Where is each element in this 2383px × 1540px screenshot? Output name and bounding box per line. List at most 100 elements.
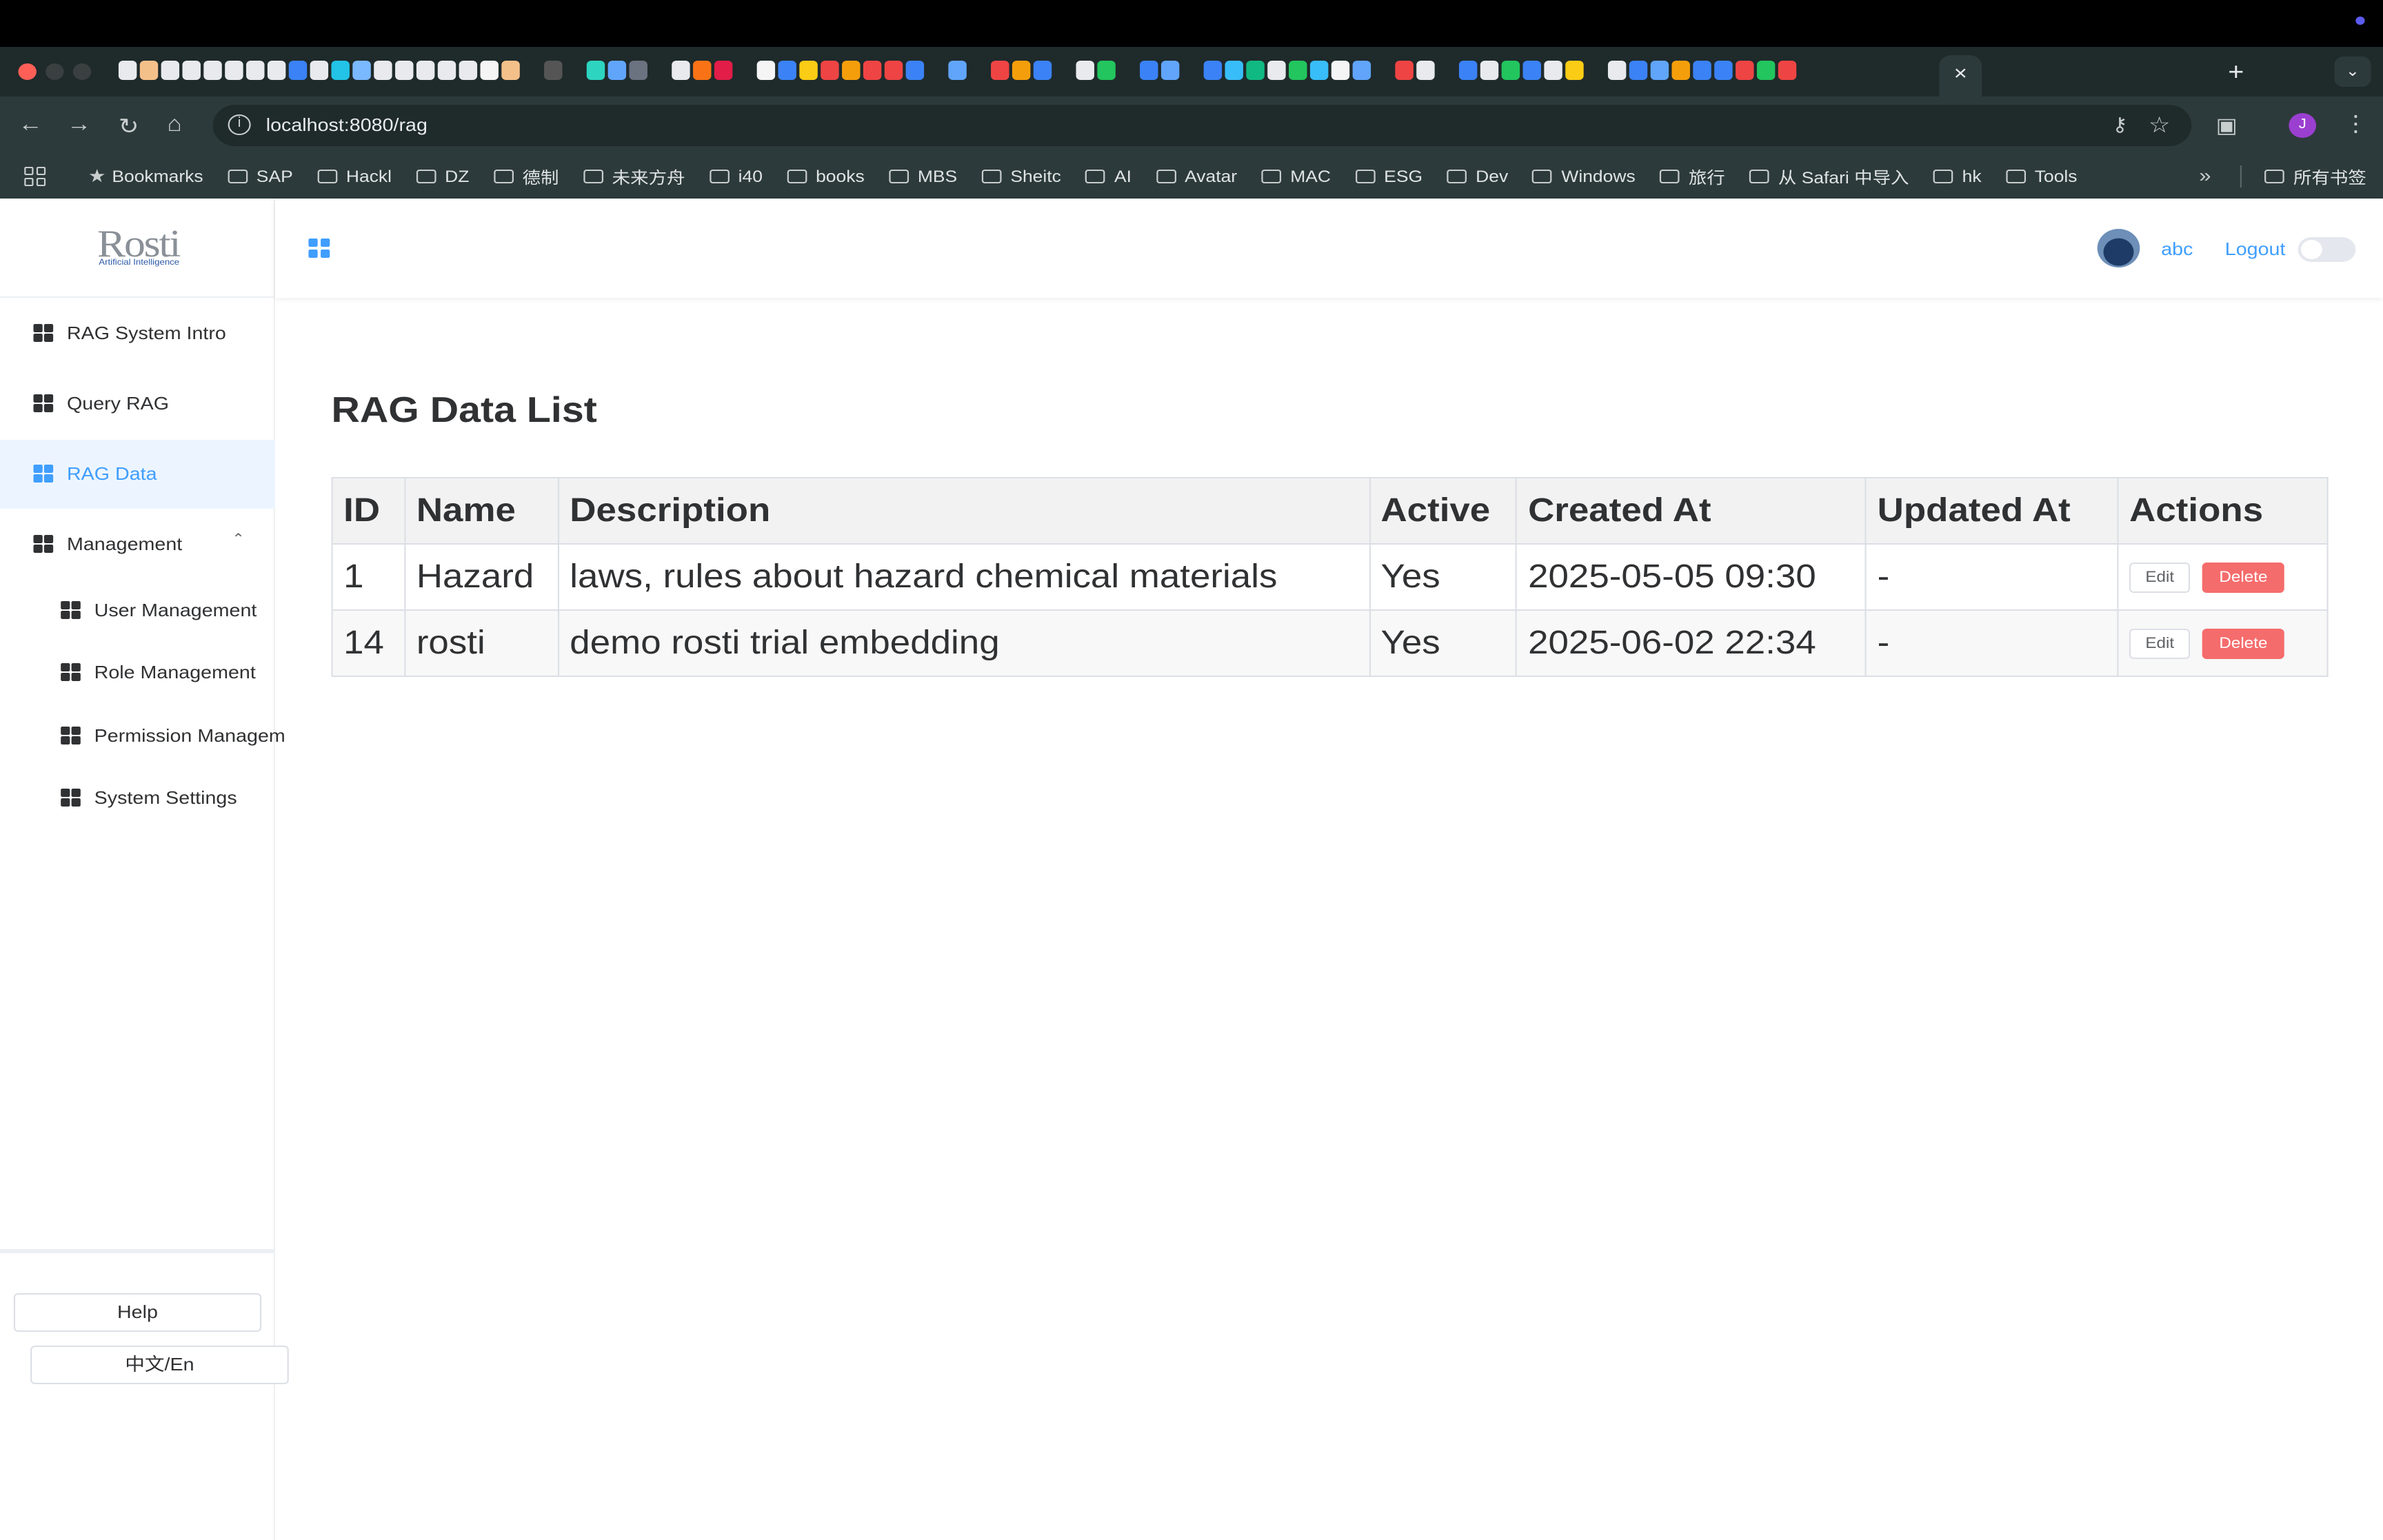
browser-toolbar: ← → ↻ ⌂ i localhost:8080/rag ⚷ ☆ ▣ J ⋮ [0,97,2383,154]
bookmark-item[interactable]: i40 [709,167,763,186]
menu-collapse-icon[interactable] [308,239,330,258]
cell-created-at: 2025-05-05 09:30 [1516,543,1867,611]
sidebar-item-label: Role Management [94,662,256,682]
column-header-description: Description [557,477,1371,545]
rag-data-table: ID Name Description Active Created At Up… [331,477,2329,677]
address-bar[interactable]: i localhost:8080/rag ⚷ ☆ [212,105,2192,146]
rosti-logo: Rosti Artificial Intelligence [0,199,275,298]
edit-button[interactable]: Edit [2129,563,2191,594]
user-name-link[interactable]: abc [2161,239,2193,259]
cell-active: Yes [1368,543,1518,611]
cell-updated-at: - [1865,543,2119,611]
bookmark-item[interactable]: Windows [1532,167,1636,186]
bookmark-label: Windows [1561,167,1636,186]
column-header-id: ID [331,477,406,545]
bookmark-item[interactable]: MBS [888,167,957,186]
bookmark-item[interactable]: 从 Safari 中导入 [1749,165,1909,188]
folder-icon [1933,170,1953,183]
sidebar-item-management[interactable]: Management ⌃ [0,510,275,579]
folder-icon [2264,170,2284,183]
grid-icon [61,601,81,619]
bookmark-item[interactable]: DZ [416,167,469,186]
bookmark-item[interactable]: Hackl [317,167,392,186]
cell-id: 14 [331,609,406,677]
bookmark-star-icon[interactable]: ☆ [2149,112,2171,139]
sidebar-item-label: User Management [94,600,257,620]
sidebar-item-rag-data[interactable]: RAG Data [0,440,275,509]
bookmark-item[interactable]: Dev [1447,167,1508,186]
cell-created-at: 2025-06-02 22:34 [1516,609,1867,677]
reload-icon[interactable]: ↻ [119,113,139,141]
delete-button[interactable]: Delete [2202,629,2284,660]
bookmark-item[interactable]: 未来方舟 [583,165,685,188]
delete-button[interactable]: Delete [2202,563,2284,594]
bookmark-item[interactable]: 德制 [493,165,559,188]
edit-button[interactable]: Edit [2129,629,2191,660]
bookmark-item[interactable]: hk [1933,167,1982,186]
profile-avatar[interactable]: J [2289,113,2317,138]
sidebar-item-label: RAG Data [66,463,157,484]
home-icon[interactable]: ⌂ [167,113,181,138]
grid-icon [33,465,54,483]
bookmark-item[interactable]: ESG [1355,167,1422,186]
sidebar-subitem-system-settings[interactable]: System Settings [0,764,275,833]
back-arrow-icon[interactable]: ← [18,113,42,138]
app-header: abc Logout [274,199,2383,298]
site-info-icon[interactable]: i [228,114,251,135]
active-tab-close-button[interactable]: × [1939,55,1982,97]
column-header-actions: Actions [2117,477,2329,545]
status-dot-icon [2355,17,2365,25]
bookmark-item[interactable]: MAC [1261,167,1331,186]
bookmark-label: Avatar [1185,167,1238,186]
table-row: 1 Hazard laws, rules about hazard chemic… [331,543,2329,611]
cell-name: Hazard [404,543,559,611]
cell-actions: Edit Delete [2117,543,2329,611]
sidebar-subitem-permission-management[interactable]: Permission Managem [0,702,285,771]
bookmark-item[interactable]: Avatar [1156,167,1237,186]
bookmark-item[interactable]: SAP [227,167,293,186]
forward-arrow-icon[interactable]: → [67,113,91,138]
bookmark-list: ★ Bookmarks SAP Hackl DZ 德制 未来方舟 i40 books MBS She… [88,154,2102,199]
extensions-puzzle-icon[interactable]: ▣ [2216,113,2238,138]
bookmark-item[interactable]: 旅行 [1659,165,1725,188]
bookmarks-bar: ★ Bookmarks SAP Hackl DZ 德制 未来方舟 i40 books MBS She… [0,154,2383,199]
tab-search-menu-icon[interactable]: ⌄ [2334,57,2371,87]
bookmark-item[interactable]: Sheitc [981,167,1061,186]
bookmark-label: 从 Safari 中导入 [1778,168,1909,187]
all-bookmarks-label: 所有书签 [2293,168,2366,187]
browser-menu-icon[interactable]: ⋮ [2344,110,2368,138]
bookmark-label: SAP [256,167,293,186]
bookmark-label: Dev [1476,167,1509,186]
sidebar-subitem-role-management[interactable]: Role Management [0,638,275,707]
bookmark-item[interactable]: Tools [2005,167,2078,186]
bookmark-label: 未来方舟 [612,168,685,187]
theme-toggle[interactable] [2297,237,2356,262]
help-button[interactable]: Help [13,1293,262,1332]
bookmarks-divider [2240,165,2242,188]
system-menu-bar [0,0,2383,47]
sidebar-item-query-rag[interactable]: Query RAG [0,369,275,438]
pinned-tab-icons[interactable] [118,61,1797,83]
bookmark-item[interactable]: ★ Bookmarks [88,165,203,188]
logout-link[interactable]: Logout [2225,239,2286,259]
folder-icon [1261,170,1282,183]
minimize-window-button[interactable] [46,63,64,80]
sidebar-subitem-user-management[interactable]: User Management [0,576,275,645]
new-tab-button[interactable]: + [2228,58,2244,87]
sidebar-item-rag-system-intro[interactable]: RAG System Intro [0,299,275,368]
maximize-window-button[interactable] [72,63,92,80]
password-key-icon[interactable]: ⚷ [2112,113,2128,136]
bookmark-item[interactable]: AI [1085,167,1132,186]
bookmark-item[interactable]: books [787,167,865,186]
folder-icon [1659,170,1680,183]
apps-grid-icon[interactable] [24,167,46,186]
url-text[interactable]: localhost:8080/rag [266,114,428,135]
folder-icon [1749,170,1769,183]
all-bookmarks-folder[interactable]: 所有书签 [2264,154,2366,199]
avatar[interactable] [2097,229,2140,267]
close-window-button[interactable] [18,63,37,80]
more-bookmarks-icon[interactable]: » [2199,164,2211,186]
folder-icon [2005,170,2026,183]
language-toggle-button[interactable]: 中文/En [30,1346,289,1384]
bookmark-label: Sheitc [1010,167,1061,186]
